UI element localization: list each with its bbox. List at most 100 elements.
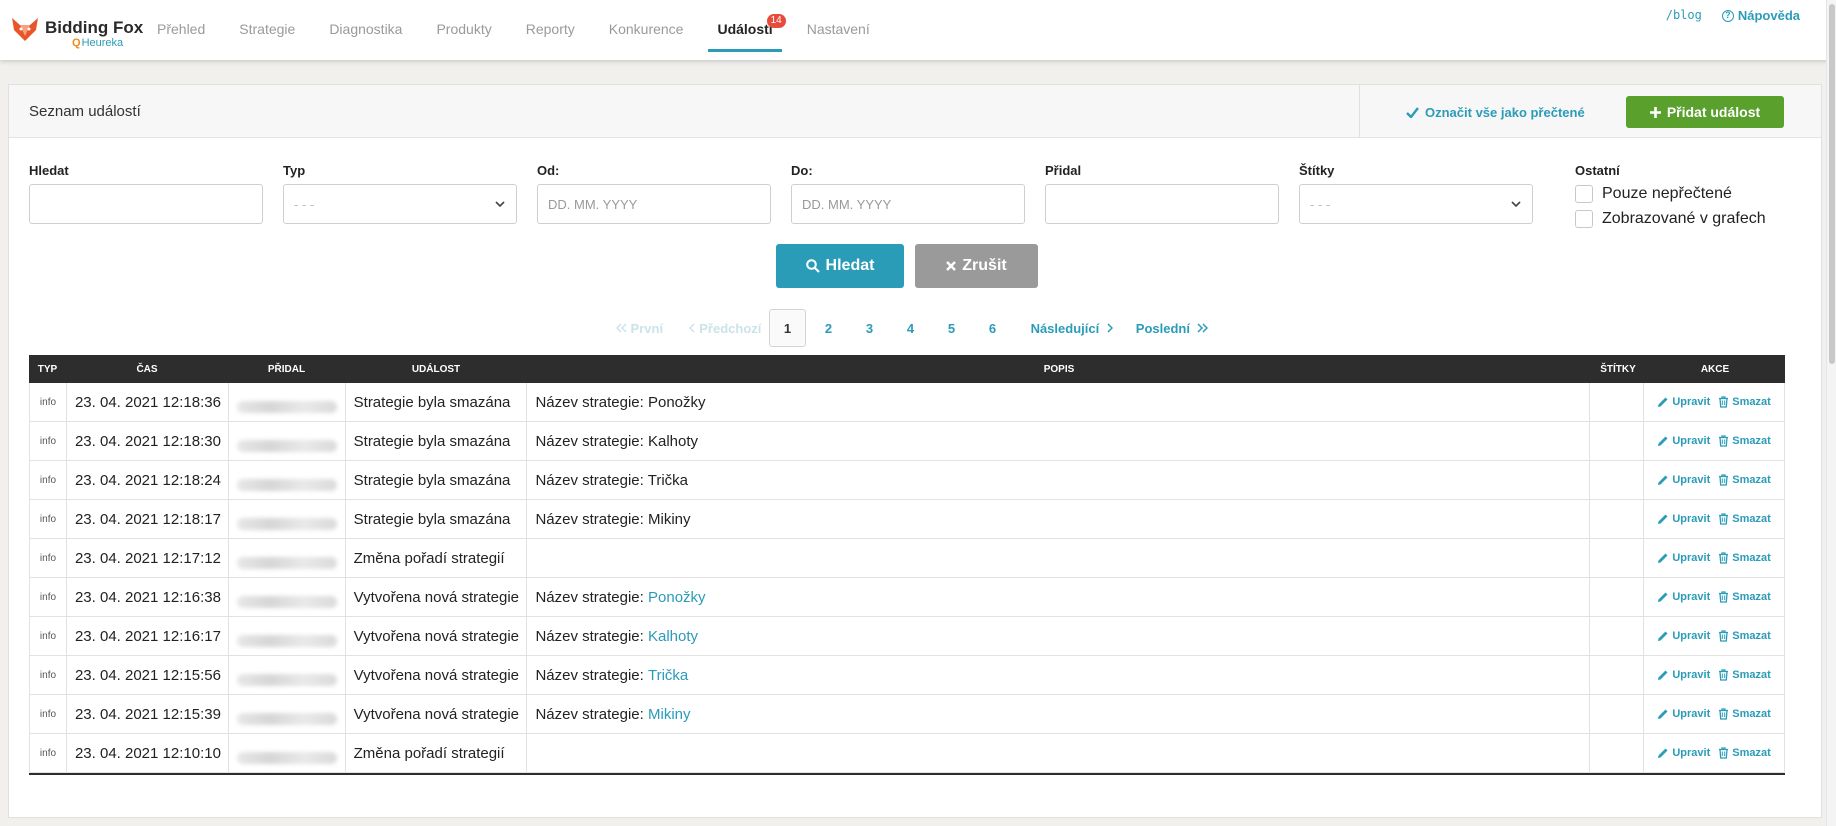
unread-only-checkbox[interactable]: Pouze nepřečtené [1575,185,1732,203]
add-event-button[interactable]: Přidat událost [1626,96,1784,128]
col-event[interactable]: Událost [345,355,527,383]
page-2[interactable]: 2 [810,309,847,347]
delete-button[interactable]: Smazat [1718,708,1771,720]
row-description [527,539,1591,577]
row-description-text: Název strategie: Kalhoty [535,432,699,450]
row-strategy-link[interactable]: Mikiny [648,706,691,723]
edit-label: Upravit [1672,708,1711,720]
row-time: 23. 04. 2021 12:18:24 [67,461,229,499]
row-time-value: 23. 04. 2021 12:10:10 [74,744,221,762]
edit-button[interactable]: Upravit [1657,591,1710,603]
mark-all-read-button[interactable]: Označit vše jako přečtené [1406,105,1585,120]
edit-button[interactable]: Upravit [1657,396,1710,408]
tags-select[interactable]: - - - [1299,184,1533,224]
cancel-button[interactable]: Zrušit [915,244,1038,288]
row-time: 23. 04. 2021 12:17:12 [67,539,229,577]
delete-button[interactable]: Smazat [1718,474,1771,486]
logo[interactable]: Bidding Fox QHeureka [10,14,150,50]
delete-button[interactable]: Smazat [1718,552,1771,564]
from-date-input[interactable]: DD. MM. YYYY [537,184,771,224]
shown-in-charts-checkbox[interactable]: Zobrazované v grafech [1575,210,1766,228]
row-event-value: Změna pořadí strategií [353,744,505,762]
from-date-placeholder: DD. MM. YYYY [548,197,638,212]
col-time[interactable]: Čas [66,355,228,383]
added-by-label: Přidal [1045,163,1082,178]
search-input[interactable] [29,184,263,224]
checkbox-box[interactable] [1575,210,1593,228]
row-strategy-link[interactable]: Trička [648,667,688,684]
row-type: info [30,500,67,538]
edit-button[interactable]: Upravit [1657,708,1710,720]
edit-button[interactable]: Upravit [1657,474,1710,486]
added-by-input[interactable] [1045,184,1279,224]
delete-button[interactable]: Smazat [1718,747,1771,759]
row-time: 23. 04. 2021 12:18:36 [67,383,229,421]
nav-konkurence[interactable]: Konkurence [592,0,701,52]
nav-diagnostika[interactable]: Diagnostika [312,0,419,52]
nav-strategie[interactable]: Strategie [222,0,312,52]
row-event: Strategie byla smazána [346,383,528,421]
pencil-icon [1658,748,1668,758]
edit-button[interactable]: Upravit [1657,747,1710,759]
delete-button[interactable]: Smazat [1718,591,1771,603]
table-row: info 23. 04. 2021 12:16:38 Vytvořena nov… [29,578,1785,617]
col-tags[interactable]: Štítky [1591,355,1645,383]
nav-udalosti[interactable]: Události 14 [700,0,789,52]
nav-label: Přehled [157,21,206,37]
page-prev[interactable]: Předchozí [684,309,766,347]
page-first[interactable]: První [612,309,667,347]
edit-label: Upravit [1672,747,1711,759]
edit-label: Upravit [1672,513,1711,525]
row-type-value: info [39,747,57,759]
close-icon [946,261,957,271]
row-actions: Upravit Smazat [1644,578,1784,616]
main-nav: Přehled Strategie Diagnostika Produkty R… [140,0,887,52]
page-4[interactable]: 4 [892,309,929,347]
nav-produkty[interactable]: Produkty [419,0,508,52]
delete-button[interactable]: Smazat [1718,396,1771,408]
delete-button[interactable]: Smazat [1718,435,1771,447]
checkbox-box[interactable] [1575,185,1593,203]
page-next[interactable]: Následující [1027,309,1117,347]
blog-link[interactable]: /blog [1666,8,1702,23]
type-select[interactable]: - - - [283,184,517,224]
col-description[interactable]: Popis [527,355,1591,383]
edit-button[interactable]: Upravit [1657,513,1710,525]
to-date-input[interactable]: DD. MM. YYYY [791,184,1025,224]
delete-button[interactable]: Smazat [1718,513,1771,525]
col-type[interactable]: Typ [29,355,66,383]
nav-reporty[interactable]: Reporty [509,0,592,52]
row-time-value: 23. 04. 2021 12:15:39 [74,705,221,723]
delete-button[interactable]: Smazat [1718,630,1771,642]
row-event-value: Vytvořena nová strategie [353,705,520,723]
row-description: Název strategie: Trička [527,656,1591,694]
row-added-by [229,422,346,460]
pagination: První Předchozí 1 2 3 4 5 6 Následující … [9,309,1821,347]
row-strategy-link[interactable]: Kalhoty [648,628,698,645]
page-last[interactable]: Poslední [1132,309,1212,347]
help-link[interactable]: ? Nápověda [1721,8,1800,23]
chevron-left-icon [688,323,695,333]
search-button[interactable]: Hledat [776,244,904,288]
row-description: Název strategie: Mikiny [527,500,1591,538]
edit-button[interactable]: Upravit [1657,630,1710,642]
delete-button[interactable]: Smazat [1718,669,1771,681]
page-6[interactable]: 6 [974,309,1011,347]
edit-button[interactable]: Upravit [1657,552,1710,564]
scrollbar-thumb[interactable] [1829,4,1835,364]
redacted-user [236,440,337,452]
pencil-icon [1658,592,1668,602]
nav-nastaveni[interactable]: Nastavení [790,0,887,52]
page-3[interactable]: 3 [851,309,888,347]
edit-button[interactable]: Upravit [1657,669,1710,681]
delete-label: Smazat [1732,474,1771,486]
edit-button[interactable]: Upravit [1657,435,1710,447]
nav-prehled[interactable]: Přehled [140,0,222,52]
col-added-by[interactable]: Přidal [228,355,345,383]
page-1[interactable]: 1 [769,309,806,347]
page-5[interactable]: 5 [933,309,970,347]
row-actions: Upravit Smazat [1644,500,1784,538]
page-scrollbar[interactable] [1826,0,1836,826]
row-event: Strategie byla smazána [346,422,528,460]
row-strategy-link[interactable]: Ponožky [648,589,706,606]
